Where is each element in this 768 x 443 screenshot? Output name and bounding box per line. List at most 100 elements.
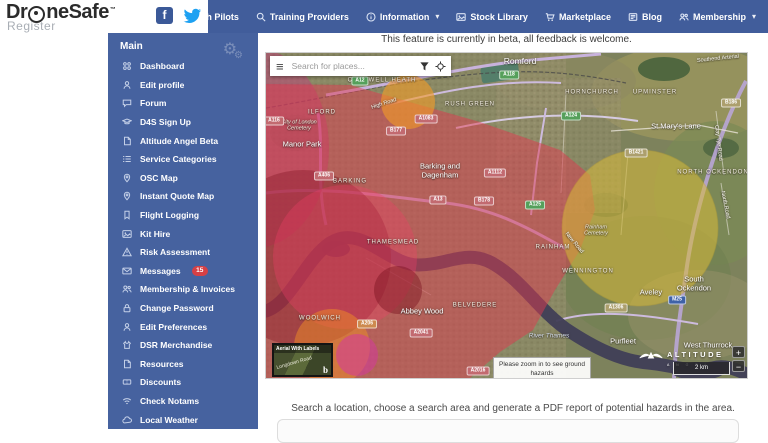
sidebar-item-label: Kit Hire bbox=[140, 229, 170, 239]
chevron-down-icon: ▾ bbox=[752, 12, 756, 21]
sidebar-item-label: Instant Quote Map bbox=[140, 191, 214, 201]
sidebar-item-resources[interactable]: Resources bbox=[108, 355, 258, 374]
twitter-icon[interactable] bbox=[183, 8, 202, 24]
user-icon bbox=[122, 322, 132, 332]
road-badge-b186: B186 bbox=[721, 99, 741, 108]
road-badge-a12: A12 bbox=[351, 77, 368, 86]
sidebar-item-label: Dashboard bbox=[140, 61, 184, 71]
lock-icon bbox=[122, 303, 132, 313]
sidebar-item-label: Forum bbox=[140, 98, 166, 108]
road-badge-a1306: A1306 bbox=[605, 304, 628, 313]
sidebar-item-label: Altitude Angel Beta bbox=[140, 136, 218, 146]
sidebar-item-label: Local Weather bbox=[140, 415, 198, 425]
sidebar-item-dsr-merchandise[interactable]: DSR Merchandise bbox=[108, 336, 258, 355]
nav-item-membership[interactable]: Membership ▾ bbox=[679, 12, 756, 22]
sidebar-item-label: Check Notams bbox=[140, 396, 199, 406]
nav-item-label: Training Providers bbox=[270, 12, 349, 22]
sidebar-item-discounts[interactable]: Discounts bbox=[108, 373, 258, 392]
gear-icon: ⚙⚙ bbox=[223, 42, 246, 58]
sidebar-item-label: DSR Merchandise bbox=[140, 340, 212, 350]
sidebar-item-label: Flight Logging bbox=[140, 210, 199, 220]
search-icon bbox=[256, 12, 266, 22]
road-badge-a125: A125 bbox=[525, 201, 545, 210]
sidebar-item-service-categories[interactable]: Service Categories bbox=[108, 150, 258, 169]
sidebar-item-label: Change Password bbox=[140, 303, 214, 313]
hazard-dark-blob bbox=[374, 266, 422, 314]
locate-icon[interactable] bbox=[435, 61, 446, 72]
map-search-box: ≡ bbox=[270, 56, 451, 76]
cloud-icon bbox=[122, 415, 132, 425]
map-canvas bbox=[266, 53, 747, 378]
sidebar-item-risk-assessment[interactable]: Risk Assessment bbox=[108, 243, 258, 262]
sidebar-item-label: OSC Map bbox=[140, 173, 178, 183]
bing-logo: b bbox=[323, 365, 328, 375]
sidebar-item-edit-profile[interactable]: Edit profile bbox=[108, 76, 258, 95]
scale-bar: 2 km bbox=[673, 362, 730, 375]
layer-selector[interactable]: Aerial With Labels Longdown Road b bbox=[272, 343, 333, 377]
beta-notice: This feature is currently in beta, all f… bbox=[266, 34, 747, 45]
sidebar-item-flight-logging[interactable]: Flight Logging bbox=[108, 206, 258, 225]
sidebar-item-change-password[interactable]: Change Password bbox=[108, 299, 258, 318]
sidebar-item-label: Service Categories bbox=[140, 154, 217, 164]
image-icon bbox=[456, 12, 466, 22]
info-icon bbox=[366, 12, 376, 22]
nav-item-marketplace[interactable]: Marketplace bbox=[545, 12, 611, 22]
image-icon bbox=[122, 229, 132, 239]
nav-item-label: Stock Library bbox=[470, 12, 528, 22]
user-icon bbox=[122, 80, 132, 90]
zoom-out-button[interactable]: − bbox=[732, 360, 745, 372]
road-badge-a206: A206 bbox=[357, 320, 377, 329]
sidebar-item-instant-quote-map[interactable]: Instant Quote Map bbox=[108, 187, 258, 206]
filter-icon[interactable] bbox=[419, 61, 430, 72]
sidebar-item-label: Membership & Invoices bbox=[140, 284, 235, 294]
sidebar-item-label: Discounts bbox=[140, 377, 181, 387]
nav-item-blog[interactable]: Blog bbox=[628, 12, 662, 22]
nav-item-training-providers[interactable]: Training Providers bbox=[256, 12, 349, 22]
sidebar-item-forum[interactable]: Forum bbox=[108, 94, 258, 113]
sidebar-title: Main bbox=[120, 41, 143, 52]
sidebar-item-edit-preferences[interactable]: Edit Preferences bbox=[108, 317, 258, 336]
facebook-icon[interactable]: f bbox=[156, 7, 173, 24]
wings-icon bbox=[638, 350, 664, 361]
shirt-icon bbox=[122, 340, 132, 350]
road-badge-a406: A406 bbox=[314, 172, 334, 181]
sidebar-item-kit-hire[interactable]: Kit Hire bbox=[108, 224, 258, 243]
attribution-word: ALTITUDE bbox=[667, 350, 724, 359]
top-navbar: HomeSearch PilotsTraining ProvidersInfor… bbox=[208, 0, 768, 33]
pin-icon bbox=[122, 191, 132, 201]
warning-icon bbox=[122, 247, 132, 257]
sidebar-item-membership-invoices[interactable]: Membership & Invoices bbox=[108, 280, 258, 299]
nav-item-information[interactable]: Information▾ bbox=[366, 12, 440, 22]
layer-label: Aerial With Labels bbox=[274, 345, 331, 353]
brand-register: Register bbox=[7, 19, 56, 33]
search-panel-partial[interactable] bbox=[277, 419, 739, 443]
road-badge-b177: B177 bbox=[386, 127, 406, 136]
dashboard-icon bbox=[122, 61, 132, 71]
grad-icon bbox=[122, 117, 132, 127]
nav-item-stock-library[interactable]: Stock Library bbox=[456, 12, 528, 22]
users-icon bbox=[122, 284, 132, 294]
sidebar-item-label: D4S Sign Up bbox=[140, 117, 191, 127]
sidebar-item-check-notams[interactable]: Check Notams bbox=[108, 392, 258, 411]
search-input[interactable] bbox=[290, 60, 419, 72]
comments-icon bbox=[122, 98, 132, 108]
menu-icon[interactable]: ≡ bbox=[270, 60, 290, 73]
wifi-icon bbox=[122, 396, 132, 406]
file-icon bbox=[122, 136, 132, 146]
envelope-icon bbox=[122, 266, 132, 276]
news-icon bbox=[628, 12, 638, 22]
sidebar-item-osc-map[interactable]: OSC Map bbox=[108, 169, 258, 188]
hazard-map[interactable]: RomfordRUSH GREENCHADWELL HEATHSouthend … bbox=[266, 53, 747, 378]
sidebar-item-d4s-sign-up[interactable]: D4S Sign Up bbox=[108, 113, 258, 132]
road-badge-a118: A118 bbox=[499, 71, 519, 80]
zoom-in-button[interactable]: + bbox=[732, 346, 745, 358]
nav-item-label: Membership bbox=[693, 12, 746, 22]
sidebar-item-altitude-angel-beta[interactable]: Altitude Angel Beta bbox=[108, 131, 258, 150]
cart-icon bbox=[545, 12, 555, 22]
sidebar-item-local-weather[interactable]: Local Weather bbox=[108, 410, 258, 429]
sidebar-item-messages[interactable]: Messages15 bbox=[108, 262, 258, 281]
road-badge-a2016: A2016 bbox=[467, 367, 490, 376]
tag-icon bbox=[122, 377, 132, 387]
nav-item-label: Marketplace bbox=[559, 12, 611, 22]
file-icon bbox=[122, 359, 132, 369]
